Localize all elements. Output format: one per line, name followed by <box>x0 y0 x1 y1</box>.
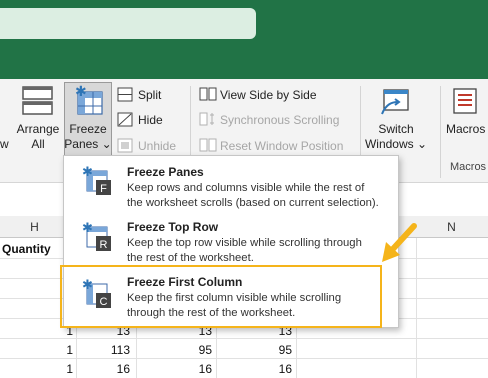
split-icon <box>117 87 133 102</box>
menu-item-description: the rest of the worksheet. <box>127 252 254 264</box>
synchronous-scrolling-button[interactable]: Synchronous Scrolling <box>220 112 339 128</box>
view-side-by-side-button[interactable]: View Side by Side <box>220 87 317 103</box>
arrange-all-label-2[interactable]: All <box>14 137 62 152</box>
svg-text:R: R <box>100 239 108 251</box>
grid-cell[interactable]: 95 <box>230 341 292 359</box>
grid-cell[interactable]: 1 <box>40 360 73 378</box>
reset-window-position-icon <box>199 138 217 152</box>
search-box[interactable] <box>0 8 256 39</box>
macros-group-label: Macros <box>450 161 487 173</box>
menu-item-description: Keep rows and columns visible while the … <box>127 182 365 194</box>
new-window-label-partial[interactable]: w <box>0 137 9 152</box>
hide-button[interactable]: Hide <box>138 112 163 128</box>
menu-item-description: Keep the top row visible while scrolling… <box>127 237 362 249</box>
separator <box>190 86 191 156</box>
freeze-panes-label-2: Panes ⌄ <box>64 137 112 151</box>
chevron-down-icon: ⌄ <box>416 137 428 151</box>
svg-text:✱: ✱ <box>82 221 93 236</box>
grid-cell[interactable]: 95 <box>150 341 212 359</box>
switch-windows-icon[interactable] <box>378 84 412 118</box>
grid-cell[interactable]: 16 <box>230 360 292 378</box>
freeze-panes-label-1: Freeze <box>69 122 107 136</box>
menu-item-freeze-panes[interactable]: ✱ F Freeze Panes Keep rows and columns v… <box>64 156 398 211</box>
menu-item-freeze-top-row[interactable]: ✱ R Freeze Top Row Keep the top row visi… <box>64 212 398 267</box>
unhide-icon <box>117 138 133 153</box>
header-cell-quantity[interactable]: Quantity <box>2 240 51 258</box>
unhide-button[interactable]: Unhide <box>138 138 176 154</box>
freeze-top-row-icon: ✱ R <box>82 221 111 251</box>
macros-icon[interactable] <box>452 85 482 117</box>
chevron-down-icon: ⌄ <box>101 137 112 151</box>
switch-windows-label-2[interactable]: Windows ⌄ <box>364 137 428 152</box>
highlight-box <box>60 265 382 328</box>
separator <box>360 86 361 156</box>
switch-windows-label-1[interactable]: Switch <box>364 122 428 137</box>
arrange-all-icon[interactable] <box>22 86 54 116</box>
column-header-n[interactable]: N <box>415 216 488 238</box>
arrange-all-label-1[interactable]: Arrange <box>14 122 62 137</box>
reset-window-position-button[interactable]: Reset Window Position <box>220 138 343 154</box>
svg-text:✱: ✱ <box>75 84 87 100</box>
annotation-arrow-icon <box>382 223 417 262</box>
hide-icon <box>117 112 133 127</box>
menu-item-description: the worksheet scrolls (based on current … <box>127 197 379 209</box>
grid-cell[interactable]: 113 <box>80 341 130 359</box>
title-bar <box>0 0 488 79</box>
menu-item-title: Freeze Top Row <box>127 220 219 234</box>
separator <box>440 86 441 178</box>
menu-item-title: Freeze Panes <box>127 165 204 179</box>
column-header-h[interactable]: H <box>0 216 70 238</box>
grid-cell[interactable]: 16 <box>150 360 212 378</box>
grid-cell[interactable]: 1 <box>40 341 73 359</box>
svg-text:✱: ✱ <box>82 165 93 180</box>
macros-button[interactable]: Macros <box>446 122 488 137</box>
split-button[interactable]: Split <box>138 87 161 103</box>
synchronous-scrolling-icon <box>199 112 214 126</box>
freeze-panes-icon: ✱ F <box>82 165 111 195</box>
svg-text:F: F <box>100 183 107 195</box>
freeze-panes-icon: ✱ <box>75 84 103 115</box>
view-side-by-side-icon <box>199 87 217 101</box>
grid-cell[interactable]: 16 <box>80 360 130 378</box>
